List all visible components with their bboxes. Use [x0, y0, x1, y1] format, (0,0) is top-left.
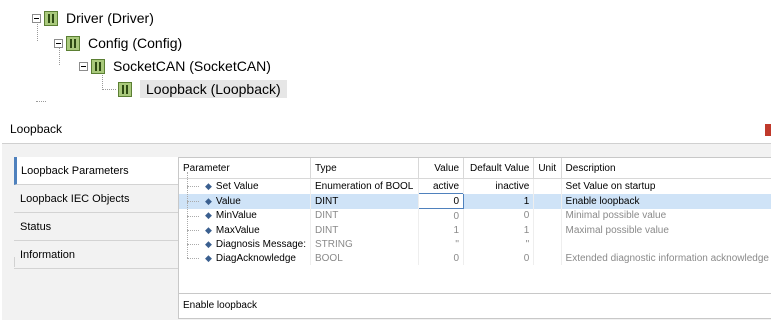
- tree-node-config[interactable]: Config (Config): [54, 32, 182, 54]
- type-cell: BOOL: [310, 251, 420, 265]
- default-value-cell: 0: [463, 208, 535, 223]
- table-row[interactable]: ◆ Diagnosis Message: STRING '' '': [179, 230, 771, 251]
- default-value-cell: '': [463, 237, 535, 251]
- device-icon: [44, 10, 58, 26]
- tree-node-label: Loopback (Loopback): [140, 80, 287, 98]
- parameter-icon: ◆: [205, 252, 212, 263]
- collapse-icon[interactable]: [32, 13, 41, 23]
- status-text: Enable loopback: [183, 300, 257, 311]
- tab-loopback-iec-objects[interactable]: Loopback IEC Objects: [14, 185, 180, 213]
- type-cell: DINT: [310, 223, 420, 237]
- description-cell: Minimal possible value: [561, 208, 771, 223]
- collapse-icon[interactable]: [54, 38, 63, 48]
- type-cell: DINT: [310, 208, 420, 223]
- device-icon: [91, 58, 105, 74]
- parameter-cell: ◆ Diagnosis Message:: [179, 230, 311, 251]
- table-row[interactable]: ◆ DiagAcknowledge BOOL 0 0 Extended diagn…: [179, 244, 771, 265]
- close-icon[interactable]: [765, 124, 771, 136]
- table-row[interactable]: ◆ MaxValue DINT 1 1 Maximal possible valu…: [179, 216, 771, 237]
- unit-cell: [533, 208, 562, 223]
- default-value-cell: 1: [463, 223, 535, 237]
- column-header[interactable]: Default Value: [463, 158, 535, 179]
- tree-node-label: Driver (Driver): [66, 10, 154, 26]
- tree-node-label: Config (Config): [88, 35, 183, 51]
- tab-strip-decoration: [14, 257, 15, 267]
- parameter-name: MinValue: [215, 210, 257, 222]
- tab-status[interactable]: Status: [14, 213, 180, 241]
- parameter-icon: ◆: [205, 180, 212, 191]
- description-status-bar: Enable loopback: [179, 293, 771, 318]
- default-value-cell: inactive: [463, 178, 535, 194]
- default-value-cell: 0: [463, 251, 535, 265]
- parameter-cell: ◆ MinValue: [179, 201, 311, 223]
- type-cell: DINT: [310, 193, 420, 209]
- tree-node-loopback[interactable]: Loopback (Loopback): [118, 78, 287, 100]
- tree-node-socketcan[interactable]: SocketCAN (SocketCAN): [79, 55, 271, 77]
- parameter-name: Set Value: [215, 180, 259, 192]
- description-cell: Enable loopback: [561, 193, 771, 209]
- column-header[interactable]: Unit: [533, 158, 562, 179]
- column-header[interactable]: Parameter: [179, 158, 311, 179]
- description-cell: Maximal possible value: [561, 223, 771, 237]
- tab-label: Status: [20, 221, 52, 233]
- default-value-cell: 1: [463, 193, 535, 209]
- tree-node-label: SocketCAN (SocketCAN): [113, 58, 271, 74]
- description-cell: Extended diagnostic information acknowle…: [561, 251, 771, 265]
- value-cell: 0: [418, 208, 465, 223]
- editor-body: Loopback Parameters Loopback IEC Objects…: [2, 144, 771, 320]
- collapse-icon[interactable]: [79, 61, 88, 71]
- unit-cell: [533, 237, 562, 251]
- parameter-cell: ◆ Value: [179, 186, 311, 209]
- description-cell: [561, 237, 771, 251]
- description-cell: Set Value on startup: [561, 178, 771, 194]
- table-row[interactable]: ◆ MinValue DINT 0 0 Minimal possible valu…: [179, 201, 771, 223]
- parameter-name: Value: [215, 195, 241, 207]
- device-icon: [66, 35, 80, 51]
- tree-connector: [102, 89, 116, 90]
- tab-label: Loopback Parameters: [21, 165, 129, 177]
- column-header[interactable]: Type: [310, 158, 420, 179]
- parameter-icon: ◆: [205, 195, 212, 206]
- value-cell: '': [418, 237, 465, 251]
- unit-cell: [533, 223, 562, 237]
- parameter-icon: ◆: [205, 224, 212, 235]
- value-cell[interactable]: 0: [418, 193, 465, 209]
- parameter-cell: ◆ MaxValue: [179, 216, 311, 237]
- editor-title-bar: Loopback: [2, 114, 771, 144]
- unit-cell: [533, 251, 562, 265]
- table-header-row: Parameter Type Value Default Value Unit …: [179, 158, 771, 179]
- value-cell: 1: [418, 223, 465, 237]
- tab-loopback-parameters[interactable]: Loopback Parameters: [14, 157, 180, 185]
- value-cell[interactable]: active: [418, 178, 465, 194]
- type-cell: Enumeration of BOOL: [310, 178, 420, 194]
- type-cell: STRING: [310, 237, 420, 251]
- table-row[interactable]: ◆ Value DINT 0 1 Enable loopback: [179, 186, 771, 209]
- parameter-name: MaxValue: [215, 224, 260, 236]
- tree-node-driver[interactable]: Driver (Driver): [32, 7, 154, 29]
- value-cell: 0: [418, 251, 465, 265]
- unit-cell: [533, 178, 562, 194]
- parameter-cell: ◆ Set Value: [179, 172, 311, 194]
- editor-title: Loopback: [10, 122, 63, 136]
- parameter-name: Diagnosis Message:: [215, 238, 306, 250]
- column-header[interactable]: Value: [418, 158, 465, 179]
- device-tree: Driver (Driver) Config (Config) SocketCA…: [0, 0, 771, 110]
- tree-connector: [36, 101, 46, 102]
- table-row[interactable]: ◆ Set Value Enumeration of BOOL active in…: [179, 172, 771, 194]
- unit-cell: [533, 193, 562, 209]
- parameter-icon: ◆: [205, 210, 212, 221]
- tab-label: Loopback IEC Objects: [20, 193, 130, 205]
- device-icon: [118, 81, 132, 97]
- parameter-cell: ◆ DiagAcknowledge: [179, 244, 311, 265]
- parameters-panel: Parameter Type Value Default Value Unit …: [178, 157, 771, 319]
- parameter-name: DiagAcknowledge: [215, 252, 296, 264]
- parameter-icon: ◆: [205, 238, 212, 249]
- parameters-table: Parameter Type Value Default Value Unit …: [179, 158, 771, 265]
- column-header[interactable]: Description: [561, 158, 771, 179]
